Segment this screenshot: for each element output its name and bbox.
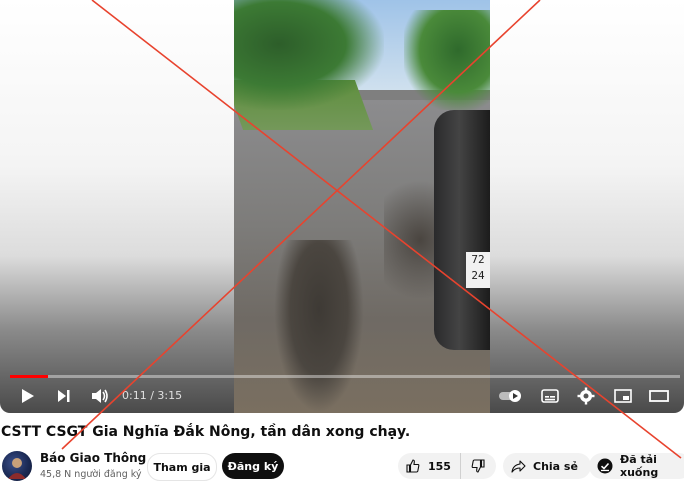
download-done-icon <box>597 458 613 474</box>
thumbs-down-icon <box>471 459 485 473</box>
share-button[interactable]: Chia sẻ <box>503 453 591 479</box>
volume-icon[interactable] <box>89 383 111 409</box>
dislike-button[interactable] <box>461 453 496 479</box>
video-motorbike <box>434 110 490 350</box>
license-plate: 72 24 <box>466 252 490 288</box>
channel-name[interactable]: Báo Giao Thông <box>40 451 146 465</box>
play-icon[interactable] <box>18 383 38 409</box>
subscribe-button[interactable]: Đăng ký <box>222 453 284 479</box>
video-frame[interactable]: 72 24 <box>234 0 490 413</box>
download-button[interactable]: Đã tải xuống <box>589 453 684 479</box>
progress-bar[interactable] <box>10 375 680 378</box>
progress-fill <box>10 375 48 378</box>
player-controls: 0:11 / 3:15 <box>0 383 684 409</box>
channel-avatar[interactable] <box>2 451 32 481</box>
next-icon[interactable] <box>54 383 74 409</box>
like-button[interactable]: 155 <box>398 453 461 479</box>
miniplayer-icon[interactable] <box>612 383 634 409</box>
subscriber-count: 45,8 N người đăng ký <box>40 469 142 480</box>
video-trees-right <box>404 10 490 110</box>
like-count: 155 <box>428 459 451 473</box>
subtitles-icon[interactable] <box>539 383 561 409</box>
video-title: CSTT CSGT Gia Nghĩa Đắk Nông, tần dân xo… <box>1 424 411 440</box>
thumbs-up-icon <box>406 459 420 473</box>
join-button[interactable]: Tham gia <box>147 453 217 481</box>
time-display: 0:11 / 3:15 <box>122 389 183 402</box>
video-player[interactable]: 72 24 0:11 / 3:15 <box>0 0 684 413</box>
theater-icon[interactable] <box>647 383 671 409</box>
video-trees-left <box>234 0 384 110</box>
share-icon <box>511 459 526 473</box>
autoplay-toggle[interactable] <box>498 383 524 409</box>
settings-gear-icon[interactable] <box>575 383 597 409</box>
like-dislike-group: 155 <box>398 453 496 479</box>
